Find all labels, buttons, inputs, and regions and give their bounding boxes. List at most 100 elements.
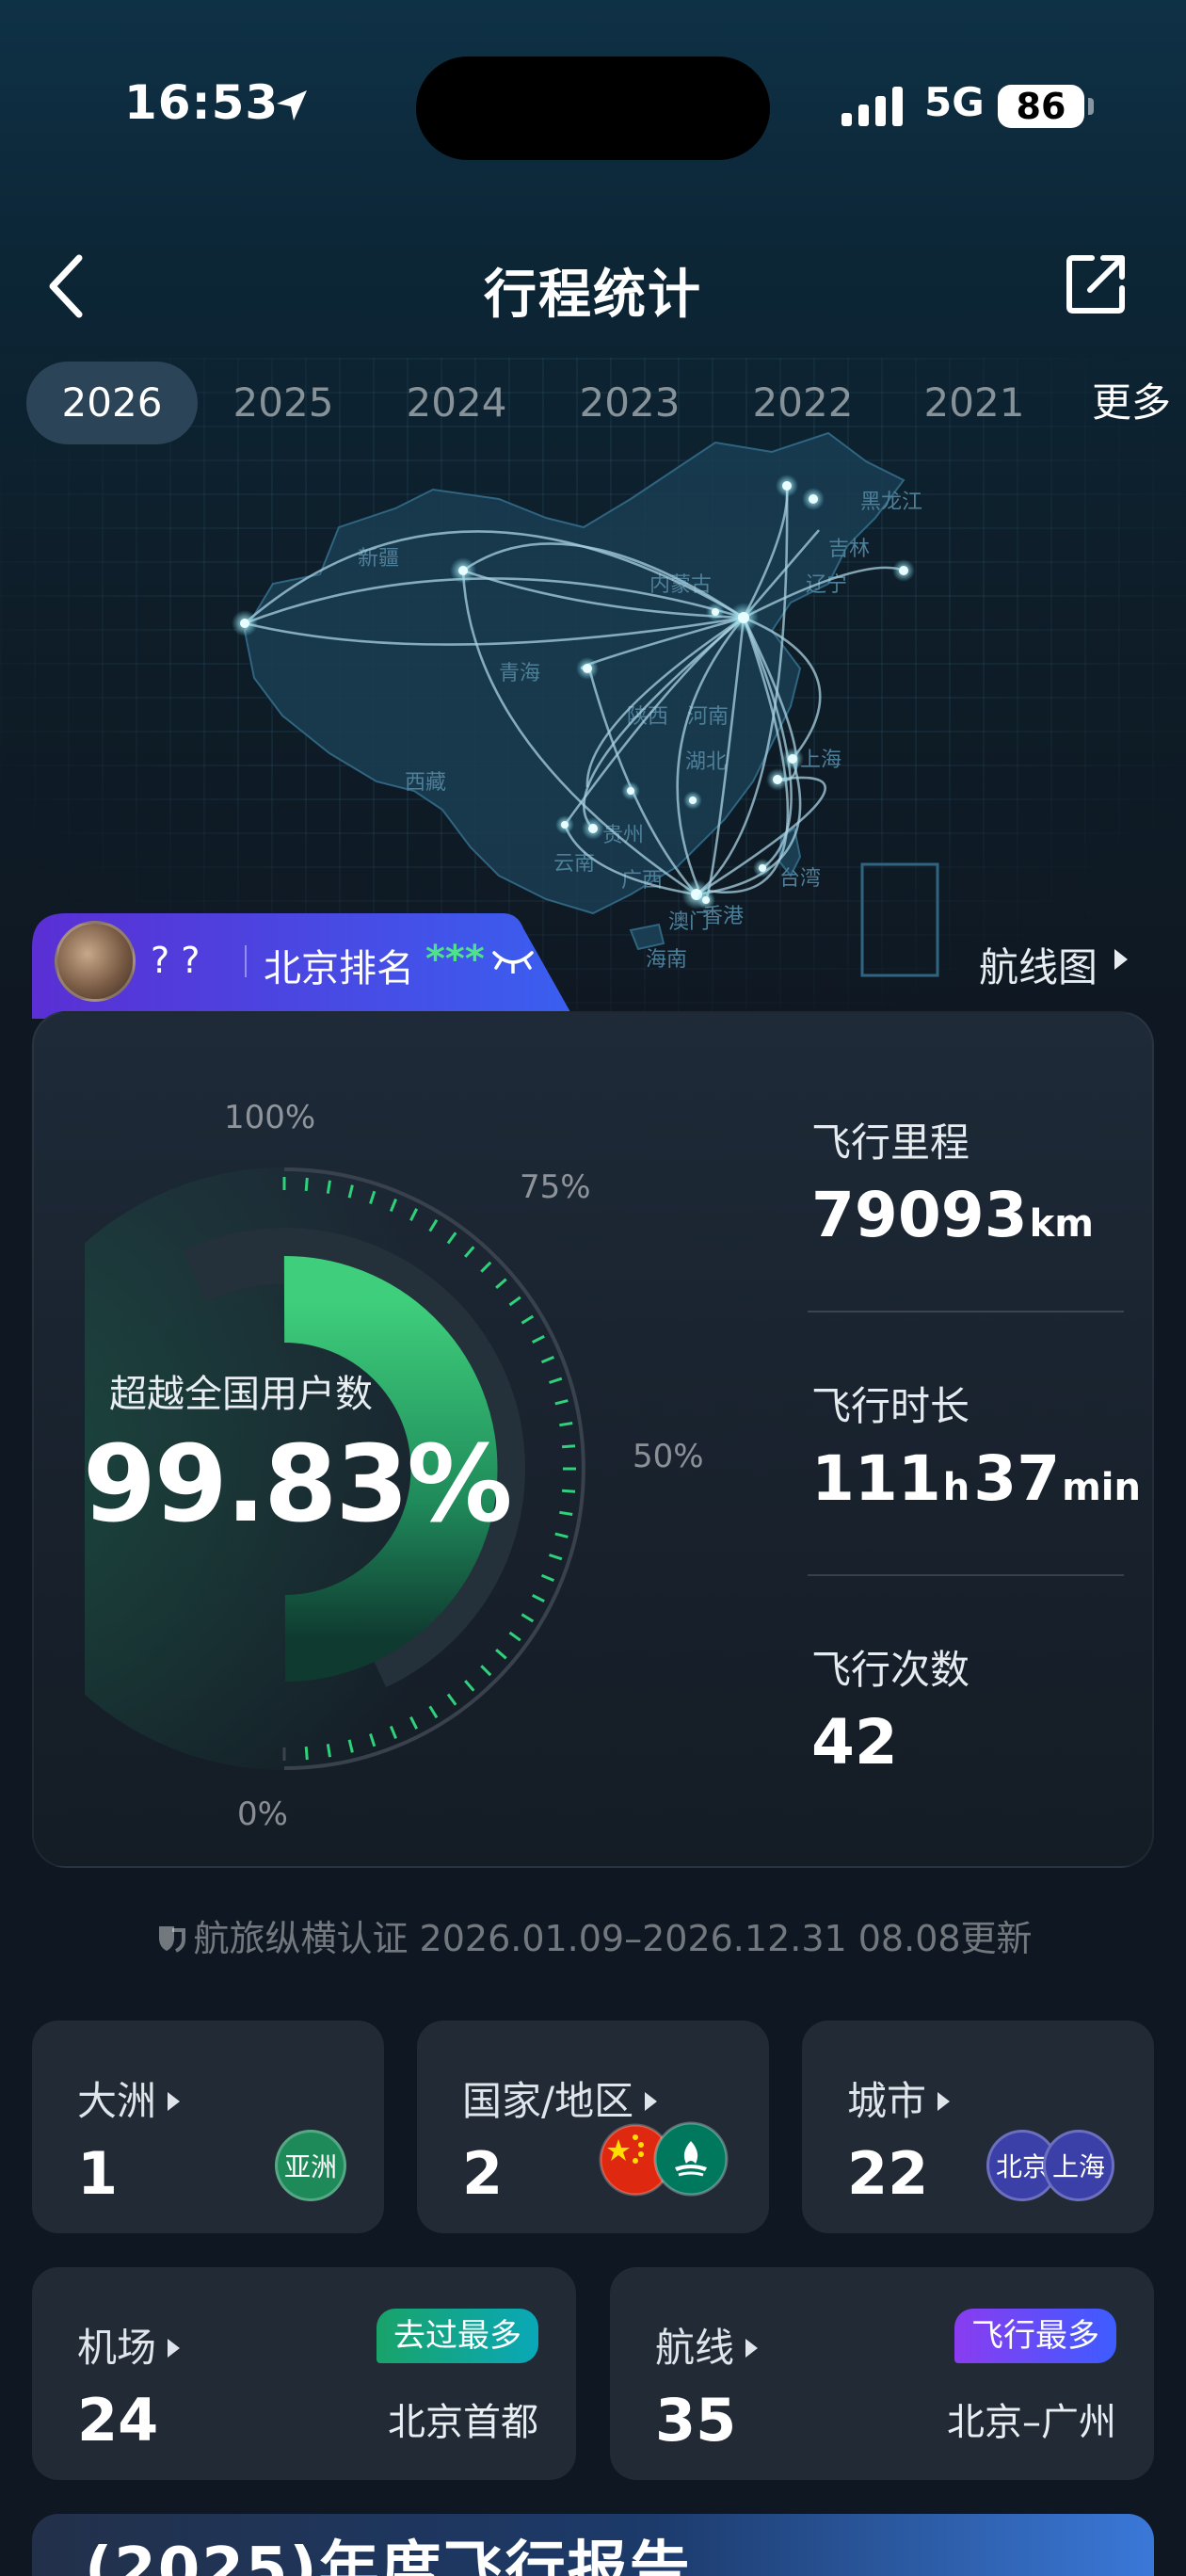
- gauge-label-100: 100%: [224, 1099, 315, 1136]
- year-tab-2026[interactable]: 2026: [26, 362, 198, 444]
- cities-label-text: 城市: [847, 2078, 927, 2124]
- airport-dot: [899, 566, 908, 575]
- location-arrow-icon: [277, 90, 307, 121]
- most-flown-route: 北京–广州: [947, 2401, 1116, 2444]
- city-badge-shanghai: 上海: [1043, 2130, 1114, 2201]
- airport-dot: [689, 797, 697, 804]
- gauge-label-75: 75%: [520, 1168, 591, 1206]
- airport-dot: [583, 664, 592, 673]
- continent-badge-asia: 亚洲: [275, 2130, 346, 2201]
- most-flown-tag: 飞行最多: [954, 2309, 1116, 2363]
- annual-report-banner[interactable]: (2025)年度飞行报告: [32, 2514, 1154, 2576]
- certified-shield-icon: [159, 1926, 186, 1953]
- province-label: 湖北: [685, 750, 727, 774]
- certification-line: 航旅纵横认证 2026.01.09–2026.12.31 08.08更新: [0, 1909, 1186, 1961]
- chevron-right-icon: [168, 2339, 181, 2358]
- chevron-right-icon: [938, 2092, 951, 2111]
- macau-flag-icon: [653, 2121, 729, 2197]
- cellular-signal-icon: [841, 87, 903, 126]
- dynamic-island: [416, 56, 770, 160]
- metric-divider: [808, 1574, 1124, 1576]
- year-tab-more[interactable]: 更多: [1092, 362, 1186, 444]
- gauge-label-50: 50%: [633, 1438, 704, 1475]
- distance-value: 79093km: [811, 1179, 1098, 1251]
- airport-dot: [240, 619, 249, 628]
- airport-dot: [702, 896, 710, 904]
- routes-label-text: 航线: [655, 2325, 735, 2371]
- battery-level: 86: [998, 85, 1084, 128]
- metric-divider: [808, 1311, 1124, 1312]
- chevron-right-icon: [745, 2339, 759, 2358]
- routes-card[interactable]: 航线 35 飞行最多 北京–广州: [610, 2267, 1154, 2480]
- cities-value: 22: [847, 2139, 929, 2208]
- airport-dot: [773, 775, 782, 784]
- countries-label: 国家/地区: [462, 2069, 658, 2127]
- airport-dot: [458, 566, 468, 575]
- continents-value: 1: [77, 2139, 119, 2208]
- rank-value-hidden: ***: [425, 938, 485, 981]
- duration-hours-unit: h: [942, 1466, 970, 1509]
- continents-label-text: 大洲: [77, 2078, 157, 2124]
- airport-dot: [627, 787, 634, 795]
- south-sea-inset: [860, 862, 939, 977]
- status-time: 16:53: [124, 75, 280, 130]
- share-icon[interactable]: [1064, 250, 1130, 316]
- count-label: 飞行次数: [811, 1647, 970, 1693]
- gauge-tick: [561, 1489, 576, 1493]
- certification-text: 航旅纵横认证 2026.01.09–2026.12.31 08.08更新: [193, 1918, 1033, 1959]
- countries-label-text: 国家/地区: [462, 2078, 634, 2124]
- exceed-value: 99.83%: [83, 1424, 512, 1546]
- cities-card[interactable]: 城市 22 北京 上海: [802, 2021, 1154, 2233]
- airports-card[interactable]: 机场 24 去过最多 北京首都: [32, 2267, 576, 2480]
- count-value: 42: [811, 1706, 898, 1779]
- route-map-link[interactable]: 航线图: [979, 936, 1098, 993]
- province-label: 上海: [800, 749, 841, 772]
- distance-number: 79093: [811, 1179, 1028, 1251]
- routes-value: 35: [655, 2386, 737, 2455]
- distance-label: 飞行里程: [811, 1119, 970, 1166]
- eye-closed-icon[interactable]: [491, 945, 535, 974]
- airport-dot: [588, 824, 598, 833]
- page-title: 行程统计: [484, 265, 702, 326]
- gauge-label-0: 0%: [237, 1795, 288, 1833]
- province-label: 海南: [646, 948, 687, 972]
- exceed-label: 超越全国用户数: [109, 1373, 373, 1416]
- province-label: 吉林: [828, 538, 870, 561]
- province-label: 澳门: [668, 910, 710, 934]
- routes-label: 航线: [655, 2316, 759, 2374]
- divider: [245, 945, 247, 977]
- gauge-tick: [561, 1444, 576, 1449]
- airports-label-text: 机场: [77, 2325, 157, 2371]
- province-label: 黑龙江: [860, 491, 922, 514]
- continents-label: 大洲: [77, 2069, 181, 2127]
- airport-dot: [738, 612, 749, 623]
- airport-dot: [712, 608, 719, 616]
- distance-unit: km: [1029, 1202, 1094, 1246]
- airport-dot: [782, 481, 792, 491]
- network-type: 5G: [924, 79, 985, 125]
- hainan-outline: [629, 923, 665, 951]
- duration-value: 111h37min: [811, 1442, 1145, 1515]
- china-route-map[interactable]: 新疆 青海 西藏 内蒙古 黑龙江 吉林 辽宁 陕西 河南 湖北 上海 贵州 云南…: [188, 386, 1017, 989]
- province-label: 青海: [499, 662, 540, 685]
- rank-label: 北京排名: [264, 947, 414, 990]
- annual-report-title: (2025)年度飞行报告: [85, 2536, 692, 2576]
- airports-label: 机场: [77, 2316, 181, 2374]
- airport-dot: [759, 864, 766, 872]
- most-visited-tag: 去过最多: [377, 2309, 538, 2363]
- duration-minutes-unit: min: [1062, 1466, 1141, 1509]
- gauge-tick: [304, 1746, 309, 1761]
- province-label: 西藏: [405, 771, 446, 795]
- chevron-right-icon: [645, 2092, 658, 2111]
- countries-card[interactable]: 国家/地区 2: [417, 2021, 769, 2233]
- user-name: ? ?: [151, 940, 200, 981]
- route-map-arrow-icon[interactable]: [1114, 949, 1128, 970]
- airports-value: 24: [77, 2386, 159, 2455]
- province-label: 河南: [687, 705, 729, 729]
- battery-tip: [1088, 98, 1094, 115]
- airport-dot: [561, 821, 569, 829]
- avatar[interactable]: [55, 921, 136, 1002]
- most-visited-airport: 北京首都: [388, 2401, 538, 2444]
- continents-card[interactable]: 大洲 1 亚洲: [32, 2021, 384, 2233]
- duration-minutes: 37: [973, 1442, 1061, 1515]
